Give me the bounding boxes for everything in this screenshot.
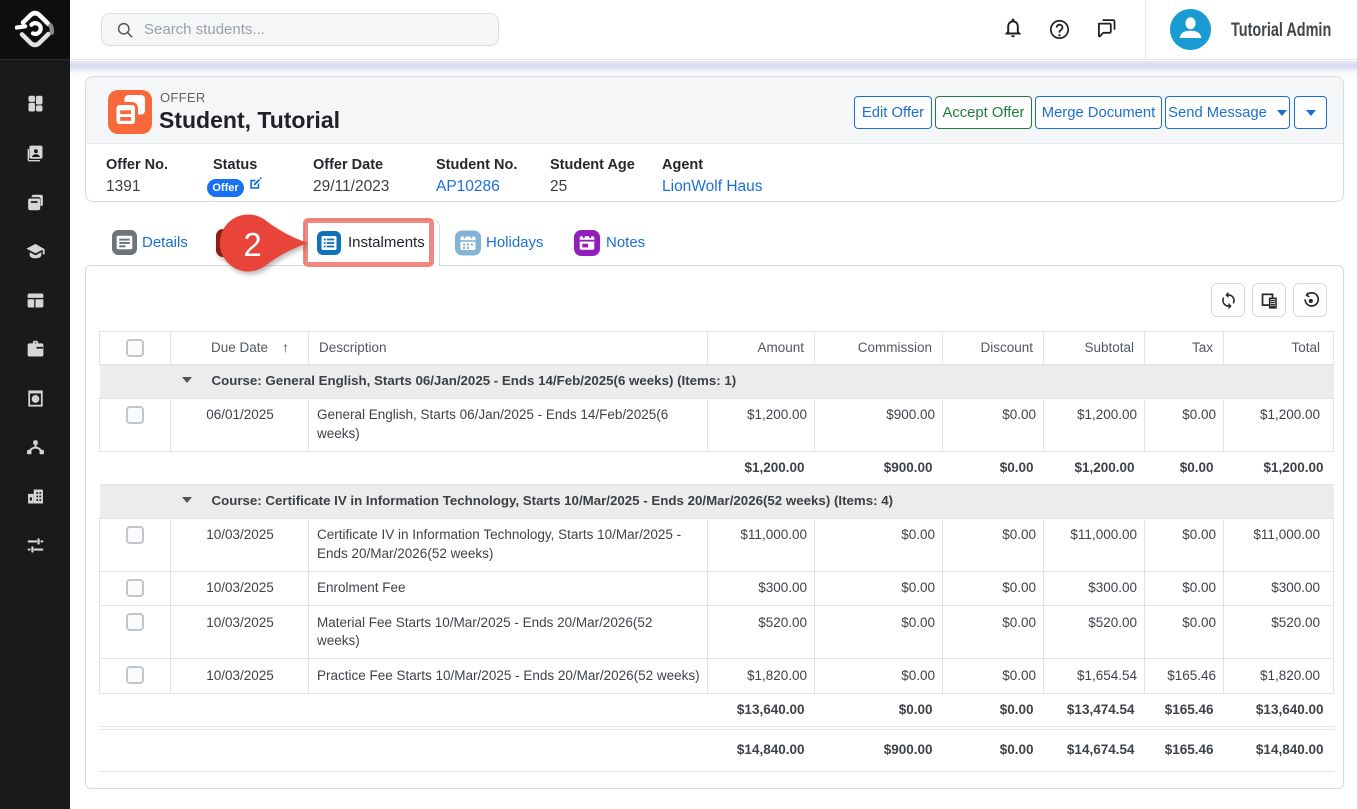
svg-text:$: $ [33, 395, 38, 404]
svg-text:2: 2 [243, 226, 261, 263]
